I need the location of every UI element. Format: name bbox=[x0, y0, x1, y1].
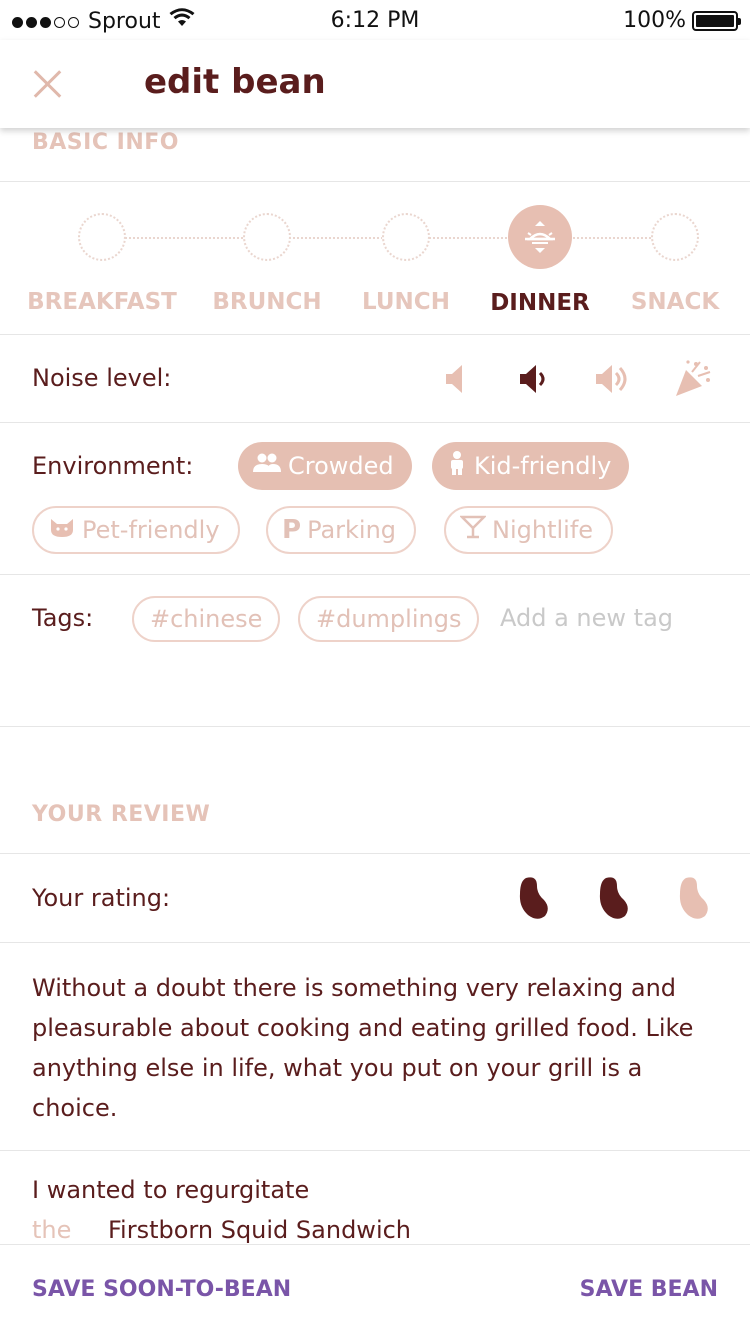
tag-chip[interactable]: #chinese bbox=[132, 596, 281, 642]
env-chip-parking[interactable]: P Parking bbox=[266, 506, 417, 554]
regurgitate-article: the bbox=[32, 1216, 72, 1244]
divider bbox=[0, 181, 750, 182]
meal-label: SNACK bbox=[630, 289, 720, 315]
your-review-heading: YOUR REVIEW bbox=[32, 802, 211, 827]
meal-brunch[interactable]: BRUNCH bbox=[187, 210, 347, 315]
meal-label: BREAKFAST bbox=[27, 289, 177, 315]
noise-label: Noise level: bbox=[32, 364, 172, 392]
meal-circle bbox=[651, 213, 699, 261]
env-chip-nightlife[interactable]: Nightlife bbox=[444, 506, 614, 554]
cat-icon bbox=[48, 516, 76, 544]
divider bbox=[0, 334, 750, 335]
divider bbox=[0, 574, 750, 575]
rating-label: Your rating: bbox=[32, 884, 171, 912]
env-chip-pet-friendly[interactable]: Pet-friendly bbox=[32, 506, 240, 554]
meal-circle bbox=[243, 213, 291, 261]
bean-rating-icon-1[interactable] bbox=[517, 876, 551, 920]
meal-circle bbox=[382, 213, 430, 261]
battery-icon bbox=[692, 10, 741, 31]
env-chip-crowded[interactable]: Crowded bbox=[238, 442, 412, 490]
environment-label: Environment: bbox=[32, 452, 194, 480]
tag-chip[interactable]: #dumplings bbox=[298, 596, 480, 642]
volume-high-icon[interactable] bbox=[594, 358, 636, 400]
volume-mute-icon[interactable] bbox=[436, 358, 478, 400]
meal-circle bbox=[78, 213, 126, 261]
divider bbox=[0, 942, 750, 943]
meal-breakfast[interactable]: BREAKFAST bbox=[22, 210, 182, 315]
regurgitate-row[interactable]: the Firstborn Squid Sandwich bbox=[32, 1216, 411, 1244]
bean-rating-icon-3[interactable] bbox=[677, 876, 711, 920]
env-chip-kid-friendly[interactable]: Kid-friendly bbox=[432, 442, 630, 490]
save-soon-to-bean-button[interactable]: SAVE SOON-TO-BEAN bbox=[32, 1277, 291, 1302]
chip-label: Parking bbox=[307, 516, 397, 544]
basic-info-heading: BASIC INFO bbox=[32, 130, 179, 155]
save-bean-button[interactable]: SAVE BEAN bbox=[580, 1277, 718, 1302]
tags-label: Tags: bbox=[32, 604, 94, 632]
bean-rating-icon-2[interactable] bbox=[597, 876, 631, 920]
status-bar: Sprout 6:12 PM 100% bbox=[0, 0, 750, 40]
battery-percent: 100% bbox=[623, 8, 686, 33]
regurgitate-label: I wanted to regurgitate bbox=[32, 1176, 310, 1204]
divider bbox=[0, 422, 750, 423]
people-icon bbox=[252, 452, 282, 480]
divider bbox=[0, 726, 750, 727]
page-title: edit bean bbox=[144, 62, 326, 102]
party-popper-icon[interactable] bbox=[672, 358, 714, 400]
divider bbox=[0, 1150, 750, 1151]
chip-label: Kid-friendly bbox=[474, 452, 612, 480]
volume-low-icon[interactable] bbox=[514, 358, 556, 400]
sunset-icon bbox=[508, 205, 572, 269]
bottom-action-bar: SAVE SOON-TO-BEAN SAVE BEAN bbox=[0, 1244, 750, 1334]
meal-label: BRUNCH bbox=[212, 289, 322, 315]
meal-snack[interactable]: SNACK bbox=[595, 210, 750, 315]
close-icon[interactable] bbox=[30, 66, 66, 102]
divider bbox=[0, 853, 750, 854]
chip-label: Pet-friendly bbox=[82, 516, 220, 544]
child-icon bbox=[446, 450, 468, 482]
add-tag-input[interactable]: Add a new tag bbox=[500, 604, 673, 632]
cocktail-icon bbox=[458, 514, 488, 546]
status-right: 100% bbox=[623, 8, 741, 33]
nav-header: edit bean bbox=[0, 40, 750, 128]
regurgitate-item: Firstborn Squid Sandwich bbox=[108, 1216, 412, 1244]
chip-label: Crowded bbox=[288, 452, 394, 480]
chip-label: Nightlife bbox=[492, 516, 594, 544]
parking-icon: P bbox=[282, 515, 302, 545]
review-text[interactable]: Without a doubt there is something very … bbox=[32, 968, 722, 1128]
